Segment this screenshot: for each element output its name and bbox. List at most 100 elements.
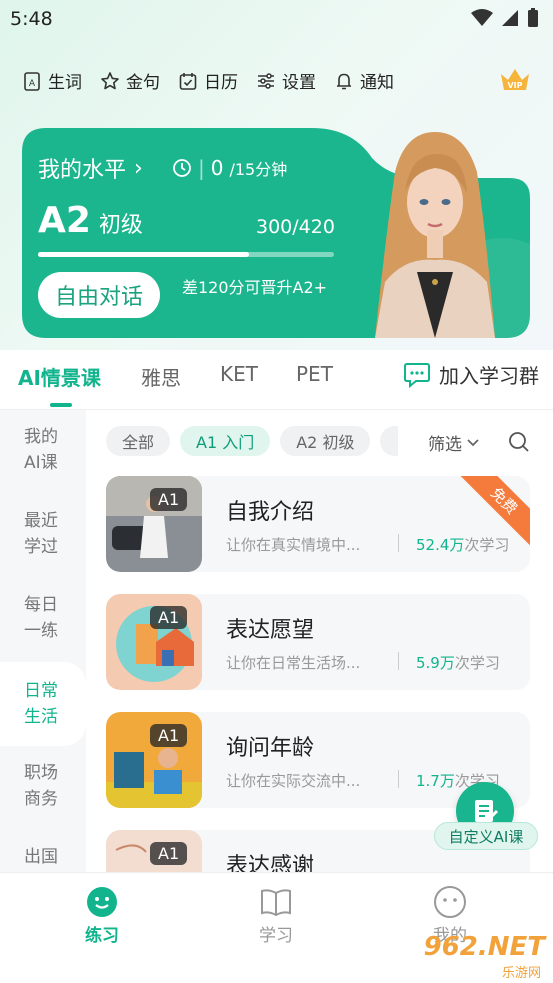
chevron-right-icon: ›	[134, 155, 143, 181]
level-progress-fill	[38, 252, 250, 257]
filter-dropdown[interactable]: 筛选	[428, 430, 480, 455]
smile-icon	[87, 887, 117, 917]
sidebar-item-label: 最近	[24, 511, 58, 531]
timer-total: /15分钟	[229, 160, 288, 179]
toolbar-settings-label: 设置	[282, 73, 316, 93]
course-card[interactable]: A1 表达愿望 让你在日常生活场... 5.9万次学习	[106, 594, 530, 690]
sidebar-item-recent[interactable]: 最近 学过	[0, 508, 86, 574]
bell-icon	[337, 73, 351, 89]
toolbar-vocab[interactable]: A 生词	[22, 68, 82, 93]
chevron-down-icon	[467, 438, 479, 446]
divider	[398, 652, 399, 670]
battery-icon	[528, 8, 538, 27]
course-title: 自我介绍	[226, 500, 315, 525]
category-sidebar: 我的 AI课 最近 学过 每日 一练 日常 生活 职场 商务 出国	[0, 410, 86, 872]
toolbar-settings[interactable]: 设置	[256, 68, 316, 93]
vip-label: VIP	[507, 81, 522, 90]
status-icons	[471, 8, 539, 28]
vip-crown-icon[interactable]: VIP	[499, 66, 531, 94]
tab-active-indicator	[50, 403, 72, 407]
nav-study[interactable]: 学习	[236, 885, 316, 946]
settings-icon	[258, 72, 274, 89]
status-bar: 5:48	[0, 0, 553, 40]
course-title: 表达愿望	[226, 618, 315, 643]
tutor-avatar[interactable]	[365, 132, 505, 338]
sidebar-item-label: AI课	[24, 453, 58, 473]
course-card[interactable]: A1 自我介绍 让你在真实情境中... 52.4万次学习 免费	[106, 476, 530, 572]
toolbar-vocab-label: 生词	[48, 73, 82, 93]
toolbar-notify-label: 通知	[360, 73, 394, 93]
vocab-icon: A	[24, 71, 40, 91]
course-count: 52.4万次学习	[416, 534, 509, 555]
chat-bubble-icon	[404, 362, 430, 388]
course-count-num: 5.9万	[416, 654, 455, 672]
sidebar-item-business[interactable]: 职场 商务	[0, 760, 86, 826]
toolbar-quotes[interactable]: 金句	[100, 68, 160, 93]
toolbar-calendar[interactable]: 日历	[178, 68, 238, 93]
course-count: 5.9万次学习	[416, 652, 500, 673]
tab-ielts[interactable]: 雅思	[141, 362, 181, 391]
level-title[interactable]: 我的水平 ›	[38, 152, 143, 184]
status-time: 5:48	[10, 8, 53, 30]
category-tabs: AI情景课 雅思 KET PET 加入学习群	[0, 350, 553, 410]
course-desc: 让你在实际交流中...	[226, 772, 361, 790]
divider	[398, 534, 399, 552]
chip-a1[interactable]: A1 入门	[180, 426, 271, 456]
practice-timer: | 0 /15分钟	[172, 156, 287, 180]
timer-value: 0	[210, 156, 224, 180]
sidebar-item-label: 学过	[24, 537, 58, 557]
sidebar-item-label: 职场	[24, 763, 58, 783]
nav-practice-label: 练习	[85, 926, 119, 946]
sidebar-item-daily[interactable]: 每日 一练	[0, 592, 86, 658]
nav-practice[interactable]: 练习	[62, 885, 142, 946]
sidebar-item-label: 一练	[24, 621, 58, 641]
chip-more[interactable]	[380, 426, 399, 456]
course-title: 表达感谢	[226, 854, 315, 872]
star-icon	[101, 71, 119, 89]
toolbar-notify[interactable]: 通知	[334, 68, 394, 93]
sidebar-item-daily-life[interactable]: 日常 生活	[0, 662, 86, 746]
tab-ai-scenario[interactable]: AI情景课	[18, 362, 101, 391]
level-progress-bar	[38, 252, 334, 257]
book-icon	[261, 889, 291, 917]
divider	[398, 770, 399, 788]
custom-ai-course-button[interactable]: 自定义AI课	[434, 782, 538, 854]
tab-pet[interactable]: PET	[296, 362, 333, 386]
sidebar-item-label: 每日	[24, 595, 58, 615]
watermark-logo: 962.NET	[423, 932, 545, 962]
svg-text:A: A	[29, 79, 36, 89]
sidebar-item-abroad[interactable]: 出国	[0, 844, 86, 872]
fab-label: 自定义AI课	[434, 822, 538, 850]
level-title-text: 我的水平	[38, 158, 127, 183]
timer-divider: |	[198, 156, 205, 180]
calendar-icon	[179, 72, 197, 90]
level-filter-chips: 全部 A1 入门 A2 初级	[106, 426, 399, 456]
sidebar-item-label: 生活	[24, 707, 58, 727]
course-count-num: 52.4万	[416, 536, 465, 554]
chip-a2[interactable]: A2 初级	[280, 426, 371, 456]
level-up-hint: 差120分可晋升A2+	[182, 278, 328, 297]
sidebar-item-label: 我的	[24, 427, 58, 447]
course-desc: 让你在真实情境中...	[226, 536, 361, 554]
search-icon[interactable]	[508, 431, 530, 453]
profile-face-icon	[434, 886, 466, 918]
level-badge: A1	[150, 724, 188, 747]
toolbar-quotes-label: 金句	[126, 73, 160, 93]
course-desc: 让你在日常生活场...	[226, 654, 361, 672]
toolbar-calendar-label: 日历	[204, 73, 238, 93]
top-toolbar: A 生词 金句 日历 设置 通知	[22, 68, 394, 93]
sidebar-item-label: 出国	[24, 847, 58, 867]
nav-study-label: 学习	[259, 926, 293, 946]
bottom-nav: 练习 学习 我的	[0, 872, 553, 983]
sidebar-item-my-ai-course[interactable]: 我的 AI课	[0, 424, 86, 490]
join-study-group-button[interactable]: 加入学习群	[403, 360, 539, 389]
course-title: 询问年龄	[226, 736, 315, 761]
level-score: 300/420	[256, 216, 335, 238]
course-count-suffix: 次学习	[464, 536, 510, 554]
chip-all[interactable]: 全部	[106, 426, 171, 456]
sidebar-item-label: 日常	[24, 681, 58, 701]
free-talk-button[interactable]: 自由对话	[38, 272, 160, 318]
current-level: A2 初级	[38, 200, 143, 241]
level-code: A2	[38, 200, 91, 241]
tab-ket[interactable]: KET	[220, 362, 258, 386]
